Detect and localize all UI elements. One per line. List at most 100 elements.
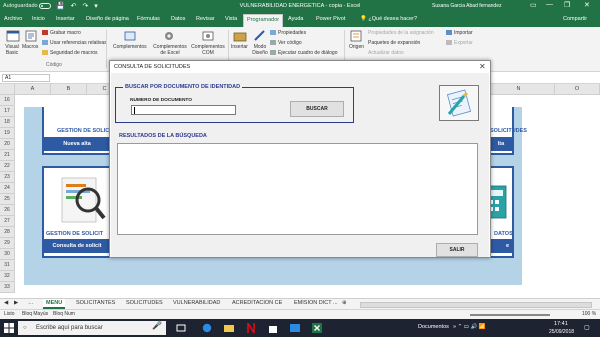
store-icon[interactable] [268, 323, 278, 333]
ribbon-display-icon[interactable]: ▭ [530, 1, 537, 9]
ver-codigo-button[interactable]: Ver código [270, 40, 302, 46]
modo-diseno-button[interactable]: Modo Diseño [252, 44, 268, 56]
row-header[interactable]: 16 [0, 95, 15, 106]
tab-power-pivot[interactable]: Power Pivot [316, 16, 345, 22]
code-icon [270, 40, 276, 46]
sheet-tab-solicitantes[interactable]: SOLICITANTES [76, 300, 115, 306]
file-explorer-icon[interactable] [224, 323, 234, 333]
usar-referencias-button[interactable]: Usar referencias relativas [42, 40, 107, 46]
paquetes-expansion-button[interactable]: Paquetes de expansión [368, 40, 420, 46]
column-header[interactable]: A [15, 84, 51, 95]
clock-time[interactable]: 17:41 [554, 321, 568, 327]
buscar-button[interactable]: BUSCAR [290, 101, 344, 117]
edge-icon[interactable] [202, 323, 212, 333]
column-header[interactable]: B [51, 84, 87, 95]
column-header[interactable]: O [555, 84, 600, 95]
row-header[interactable]: 23 [0, 172, 15, 183]
sheet-tab-solicitudes[interactable]: SOLICITUDES [126, 300, 163, 306]
macros-button[interactable]: Macros [22, 44, 38, 50]
row-header[interactable]: 27 [0, 216, 15, 227]
next-sheet-icon[interactable]: ▶ [14, 300, 18, 306]
sheet-tab-menu[interactable]: MENU [43, 299, 66, 309]
share-button[interactable]: Compartir [563, 16, 587, 22]
column-header[interactable]: N [483, 84, 555, 95]
prev-sheet-icon[interactable]: ◀ [4, 300, 8, 306]
select-all-corner[interactable] [0, 84, 15, 95]
doc-number-input[interactable] [131, 105, 236, 115]
row-header[interactable]: 30 [0, 249, 15, 260]
microphone-icon[interactable]: 🎤 [152, 321, 162, 331]
exportar-button[interactable]: Exportar [446, 40, 473, 46]
results-list[interactable] [117, 143, 478, 235]
origen-button[interactable]: Origen [349, 44, 364, 50]
autosave-toggle[interactable] [39, 3, 51, 9]
more-sheets-icon[interactable]: … [28, 300, 34, 306]
consulta-solicitudes-button[interactable]: Consulta de solicit [44, 239, 110, 253]
user-name[interactable]: Susana Garcia Abad fernandez [432, 3, 502, 9]
row-header[interactable]: 32 [0, 271, 15, 282]
tray-icons[interactable]: » ⌃ ▭ 🔊 📶 [453, 324, 486, 330]
row-header[interactable]: 19 [0, 128, 15, 139]
row-header[interactable]: 22 [0, 161, 15, 172]
tab-datos[interactable]: Datos [171, 16, 185, 22]
sheet-tab-emision[interactable]: EMISION DICT ... [294, 300, 338, 306]
excel-app-icon[interactable] [312, 323, 322, 333]
windows-start-icon[interactable] [4, 323, 14, 333]
sheet-tab-vulnerabilidad[interactable]: VULNERABILIDAD [173, 300, 220, 306]
add-sheet-icon[interactable]: ⊕ [342, 300, 347, 306]
tab-formulas[interactable]: Fórmulas [137, 16, 160, 22]
minimize-icon[interactable]: — [546, 1, 553, 8]
close-icon[interactable]: ✕ [584, 1, 590, 9]
propiedades-button[interactable]: Propiedades [270, 30, 306, 36]
notifications-icon[interactable]: ▢ [584, 324, 590, 331]
maximize-icon[interactable]: ❐ [564, 1, 570, 9]
netflix-icon[interactable] [246, 323, 256, 333]
documentos-toolbar[interactable]: Documentos [418, 324, 449, 330]
tab-ayuda[interactable]: Ayuda [288, 16, 304, 22]
sheet-tab-acreditacion[interactable]: ACREDITACION CE [232, 300, 282, 306]
tab-archivo[interactable]: Archivo [4, 16, 22, 22]
taskbar-search-input[interactable]: ○ Escribe aquí para buscar [18, 321, 166, 335]
row-header[interactable]: 31 [0, 260, 15, 271]
photos-icon[interactable] [290, 323, 300, 333]
row-header[interactable]: 29 [0, 238, 15, 249]
row-header[interactable]: 25 [0, 194, 15, 205]
tab-revisar[interactable]: Revisar [196, 16, 215, 22]
row-header[interactable]: 17 [0, 106, 15, 117]
importar-button[interactable]: Importar [446, 30, 473, 36]
dialog-close-icon[interactable]: ✕ [479, 62, 486, 71]
horizontal-scrollbar[interactable] [360, 302, 592, 308]
complementos-excel-button[interactable]: Complementos de Excel [150, 44, 190, 56]
nueva-alta-button[interactable]: Nueva alta [44, 137, 110, 151]
tab-diseno-pagina[interactable]: Diseño de página [86, 16, 129, 22]
zoom-slider[interactable] [470, 314, 550, 316]
row-header[interactable]: 18 [0, 117, 15, 128]
insertar-button[interactable]: Insertar [231, 44, 248, 50]
quick-access-toolbar[interactable]: 💾 ↶ ↷ ▾ [56, 2, 100, 10]
row-header[interactable]: 33 [0, 282, 15, 293]
tab-insertar[interactable]: Insertar [56, 16, 75, 22]
clock-date[interactable]: 25/09/2018 [549, 329, 574, 335]
row-header[interactable]: 28 [0, 227, 15, 238]
tell-me-search[interactable]: 💡 ¿Qué desea hacer? [360, 16, 417, 22]
row-header[interactable]: 24 [0, 183, 15, 194]
tab-programador[interactable]: Programador [243, 14, 284, 27]
actualizar-datos-button[interactable]: Actualizar datos [368, 50, 404, 56]
propiedades-asignacion-button[interactable]: Propiedades de la asignación [368, 30, 434, 36]
seguridad-macros-button[interactable]: Seguridad de macros [42, 50, 98, 56]
zoom-level[interactable]: 100 % [582, 311, 596, 317]
salir-button[interactable]: SALIR [436, 243, 478, 257]
name-box[interactable]: A1 [2, 74, 50, 82]
tab-vista[interactable]: Vista [225, 16, 237, 22]
tab-inicio[interactable]: Inicio [32, 16, 45, 22]
row-header[interactable]: 26 [0, 205, 15, 216]
grabar-macro-button[interactable]: Grabar macro [42, 30, 81, 36]
visual-basic-button[interactable]: Visual Basic [3, 44, 21, 56]
alta-button[interactable]: lta [490, 137, 512, 151]
complementos-button[interactable]: Complementos [113, 44, 147, 50]
ejecutar-cuadro-button[interactable]: Ejecutar cuadro de diálogo [270, 50, 338, 56]
row-header[interactable]: 21 [0, 150, 15, 161]
row-header[interactable]: 20 [0, 139, 15, 150]
complementos-com-button[interactable]: Complementos COM [190, 44, 226, 56]
task-view-icon[interactable] [176, 323, 186, 333]
